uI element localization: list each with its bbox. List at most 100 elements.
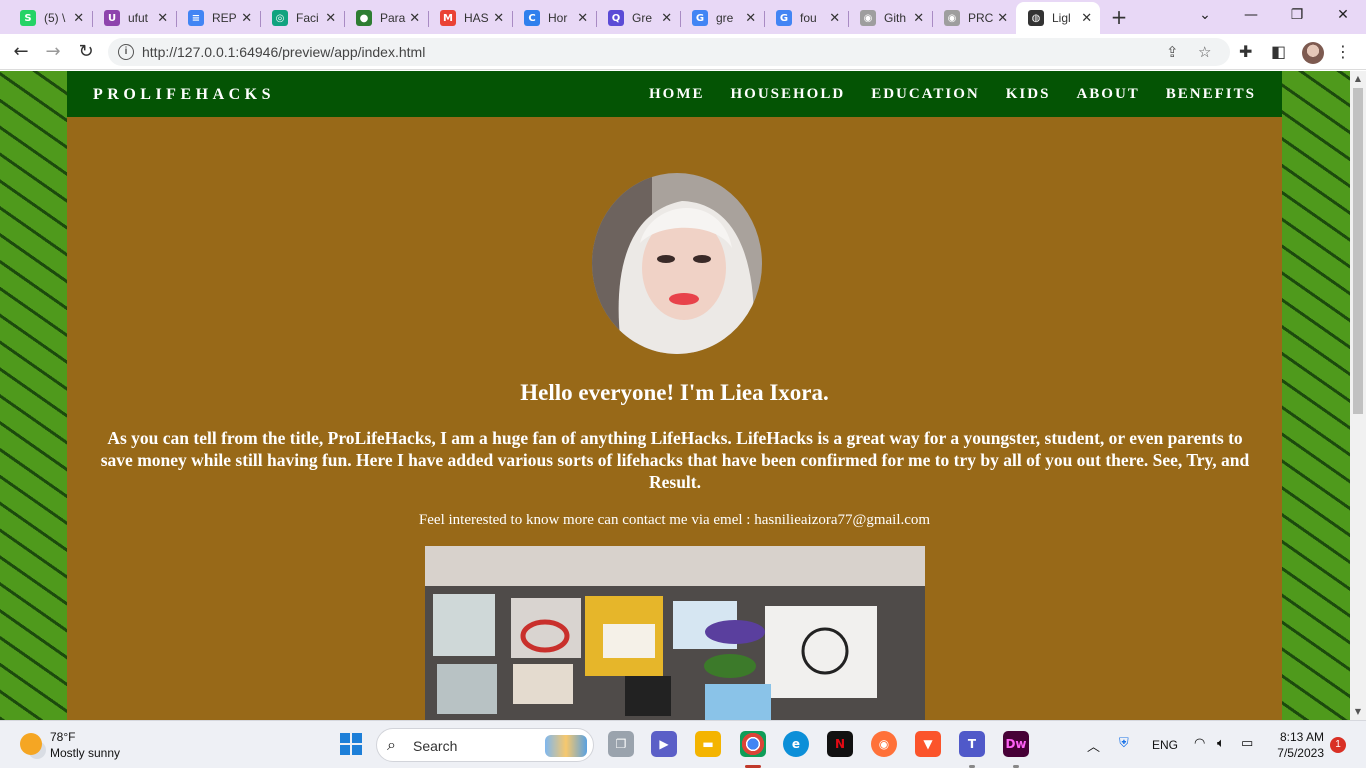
scrollbar-thumb[interactable]: [1353, 88, 1363, 414]
quillbot-icon: Q: [608, 10, 624, 26]
intro-paragraph: As you can tell from the title, ProLifeH…: [100, 428, 1250, 492]
dreamweaver-icon[interactable]: Dw: [1003, 731, 1029, 757]
reload-icon[interactable]: ↻: [75, 41, 97, 63]
browser-tab[interactable]: M HAS ✕: [428, 4, 513, 32]
browser-tab[interactable]: Gfou ✕: [764, 4, 849, 32]
teams-icon[interactable]: T: [959, 731, 985, 757]
browser-tab[interactable]: C Hor ✕: [512, 4, 597, 32]
address-bar[interactable]: i http://127.0.0.1:64946/preview/app/ind…: [108, 38, 1230, 66]
taskbar-clock[interactable]: 8:13 AM 7/5/2023: [1276, 729, 1324, 761]
tab-close-icon[interactable]: ✕: [155, 11, 170, 26]
menu-kebab-icon[interactable]: ⋮: [1335, 42, 1351, 61]
browser-tab[interactable]: ◉ Gith ✕: [848, 4, 933, 32]
globe-icon: ◍: [1028, 10, 1044, 26]
tab-title: Gre: [632, 11, 653, 25]
browser-tab-strip: + ⌄ — ❐ ✕ S (5) \ ✕ Uufut ✕ ≡ REP ✕ ◎ Faci ✕ ● Para ✕…: [0, 0, 1366, 34]
tab-close-icon[interactable]: ✕: [827, 11, 842, 26]
defender-shield-icon[interactable]: ⛨: [1119, 736, 1129, 751]
lifehacks-items-photo: [425, 546, 925, 720]
google-icon: G: [776, 10, 792, 26]
search-label: Search: [413, 738, 458, 754]
wifi-icon[interactable]: ◠: [1194, 736, 1205, 751]
browser-tab[interactable]: ◉ PRC ✕: [932, 4, 1016, 32]
ufuture-icon: U: [104, 10, 120, 26]
windows-start-icon[interactable]: [340, 733, 362, 755]
brave-icon[interactable]: ▼: [915, 731, 941, 757]
tab-close-icon[interactable]: ✕: [323, 11, 338, 26]
teams-chat-icon[interactable]: ▶: [651, 731, 677, 757]
minimize-button[interactable]: —: [1236, 4, 1266, 26]
page-scrollbar[interactable]: ▲ ▼: [1350, 71, 1366, 720]
browser-tab[interactable]: ● Para ✕: [344, 4, 429, 32]
greeting-heading: Hello everyone! I'm Liea Ixora.: [520, 380, 829, 405]
browser-tab[interactable]: Uufut ✕: [92, 4, 177, 32]
tab-title: Faci: [296, 11, 319, 25]
profile-photo: [592, 173, 762, 354]
browser-tab[interactable]: ◍ Ligl ✕: [1016, 2, 1100, 34]
browser-tab[interactable]: ≡ REP ✕: [176, 4, 261, 32]
weather-temperature[interactable]: 78°F: [50, 730, 75, 744]
extensions-puzzle-icon[interactable]: ✚: [1239, 42, 1252, 61]
tab-close-icon[interactable]: ✕: [491, 11, 506, 26]
task-view-icon[interactable]: ❐: [608, 731, 634, 757]
input-language[interactable]: ENG: [1152, 738, 1178, 752]
tab-close-icon[interactable]: ✕: [407, 11, 422, 26]
tab-close-icon[interactable]: ✕: [911, 11, 926, 26]
weather-description[interactable]: Mostly sunny: [50, 746, 120, 760]
edge-icon[interactable]: e: [783, 731, 809, 757]
tab-close-icon[interactable]: ✕: [995, 11, 1010, 26]
contact-line: Feel interested to know more can contact…: [418, 512, 931, 528]
bookmark-star-icon[interactable]: ☆: [1198, 43, 1211, 61]
taskbar-search[interactable]: ⌕ Search: [376, 728, 594, 762]
tab-close-icon[interactable]: ✕: [743, 11, 758, 26]
back-arrow-icon[interactable]: ←: [10, 41, 32, 63]
forward-arrow-icon[interactable]: →: [42, 41, 64, 63]
scroll-up-arrow-icon[interactable]: ▲: [1353, 74, 1363, 84]
tab-close-icon[interactable]: ✕: [659, 11, 674, 26]
clock-date: 7/5/2023: [1277, 746, 1324, 760]
tab-close-icon[interactable]: ✕: [239, 11, 254, 26]
nav-benefits[interactable]: BENEFITS: [1166, 86, 1256, 103]
tab-title: gre: [716, 11, 734, 25]
site-container: PROLIFEHACKS HOME HOUSEHOLD EDUCATION KI…: [67, 71, 1282, 720]
tab-title: HAS: [464, 11, 489, 25]
site-info-icon[interactable]: i: [118, 44, 134, 60]
chatgpt-icon: ◎: [272, 10, 288, 26]
profile-avatar[interactable]: [1302, 42, 1324, 64]
search-icon: ⌕: [387, 735, 396, 754]
tab-close-icon[interactable]: ✕: [71, 11, 86, 26]
side-panel-icon[interactable]: ◧: [1271, 42, 1286, 61]
nav-kids[interactable]: KIDS: [1006, 86, 1051, 103]
tab-title: Gith: [884, 11, 907, 25]
weather-sun-icon[interactable]: [20, 733, 42, 755]
nav-education[interactable]: EDUCATION: [871, 86, 980, 103]
volume-icon[interactable]: 🔈︎: [1217, 736, 1225, 751]
tab-close-icon[interactable]: ✕: [575, 11, 590, 26]
tab-close-icon[interactable]: ✕: [1079, 11, 1094, 26]
browser-tab[interactable]: ◎ Faci ✕: [260, 4, 345, 32]
file-explorer-icon[interactable]: ▬: [695, 731, 721, 757]
scroll-down-arrow-icon[interactable]: ▼: [1353, 707, 1363, 717]
nav-household[interactable]: HOUSEHOLD: [731, 86, 846, 103]
notification-badge[interactable]: 1: [1330, 737, 1346, 753]
share-icon[interactable]: ⇪: [1166, 43, 1179, 61]
chrome-icon[interactable]: [740, 731, 766, 757]
maximize-button[interactable]: ❐: [1282, 4, 1312, 26]
tab-search-icon[interactable]: ⌄: [1190, 4, 1220, 26]
tray-overflow-chevron-icon[interactable]: ︿: [1087, 736, 1100, 755]
browser-tab[interactable]: Ggre ✕: [680, 4, 765, 32]
netflix-icon[interactable]: N: [827, 731, 853, 757]
browser-tab[interactable]: S (5) \ ✕: [8, 4, 93, 32]
close-window-button[interactable]: ✕: [1328, 4, 1358, 26]
site-brand[interactable]: PROLIFEHACKS: [93, 86, 275, 104]
page-viewport: PROLIFEHACKS HOME HOUSEHOLD EDUCATION KI…: [0, 71, 1350, 720]
nav-home[interactable]: HOME: [649, 86, 705, 103]
tab-title: PRC: [968, 11, 994, 25]
nav-about[interactable]: ABOUT: [1076, 86, 1139, 103]
tab-title: fou: [800, 11, 817, 25]
url-text[interactable]: http://127.0.0.1:64946/preview/app/index…: [142, 44, 425, 60]
battery-icon[interactable]: ▭: [1241, 736, 1253, 751]
browser-tab[interactable]: Q Gre ✕: [596, 4, 681, 32]
firefox-icon[interactable]: ◉: [871, 731, 897, 757]
new-tab-button[interactable]: +: [1108, 6, 1130, 28]
